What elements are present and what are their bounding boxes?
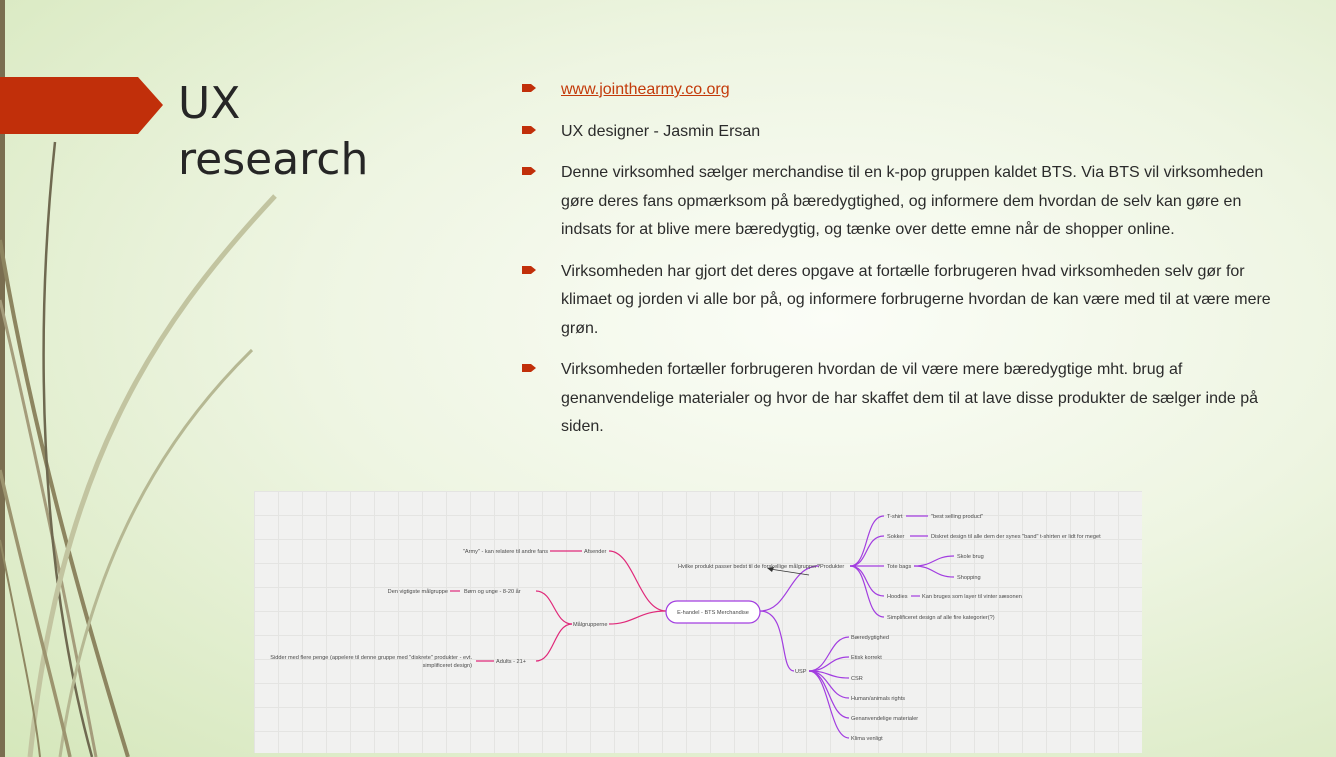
title-line-2: research xyxy=(178,134,369,185)
mindmap-node: Diskret design til alle dem der synes "b… xyxy=(931,534,1101,540)
mindmap-node: Målgrupperne xyxy=(573,621,608,628)
mindmap-central-node: E-handel - BTS Merchandise xyxy=(677,610,749,616)
slide: UX research www.jointhearmy.co.org UX de… xyxy=(0,0,1336,757)
mindmap-node: CSR xyxy=(851,676,863,682)
bullet-arrow-icon xyxy=(522,125,536,134)
bullet-text: Virksomheden fortæller forbrugeren hvord… xyxy=(561,361,1259,435)
mindmap-node: Den vigtigste målgruppe xyxy=(388,588,448,595)
mindmap-node: Simplificeret design af alle fire katego… xyxy=(887,615,995,621)
mindmap-node: T-shirt xyxy=(887,514,903,520)
mindmap-image: E-handel - BTS Merchandise Afsender "Arm… xyxy=(254,491,1142,753)
bullet-item: Denne virksomhed sælger merchandise til … xyxy=(522,159,1272,245)
bullet-arrow-icon xyxy=(522,265,536,274)
bullet-arrow-icon xyxy=(522,84,536,92)
bullet-item: Virksomheden har gjort det deres opgave … xyxy=(522,258,1272,344)
mindmap-node: Adults - 21+ xyxy=(496,659,526,665)
mindmap-node: Tote bags xyxy=(887,564,911,570)
mindmap-node: Kan bruges som layer til vinter sæsonen xyxy=(922,594,1022,600)
mindmap-node: USP xyxy=(795,669,807,675)
mindmap-node: Produkter xyxy=(820,564,844,570)
mindmap-node: simplificeret design) xyxy=(423,663,473,669)
mindmap-node: Shopping xyxy=(957,575,981,581)
mindmap-node: Klima venligt xyxy=(851,736,883,742)
mindmap-node: Bæredygtighed xyxy=(851,635,889,641)
website-link[interactable]: www.jointhearmy.co.org xyxy=(561,81,730,98)
mindmap-node: Hoodies xyxy=(887,594,908,600)
mindmap-diagram: E-handel - BTS Merchandise Afsender "Arm… xyxy=(270,514,1101,742)
mindmap-node: Etisk korrekt xyxy=(851,655,882,661)
mindmap-node: Genanvendelige materialer xyxy=(851,716,918,722)
mindmap-node: Human/animals rights xyxy=(851,696,905,702)
slide-title: UX research xyxy=(178,76,368,188)
bullet-item: UX designer - Jasmin Ersan xyxy=(522,118,1272,147)
mindmap-node: Afsender xyxy=(584,549,607,555)
bullet-text: Virksomheden har gjort det deres opgave … xyxy=(561,262,1271,337)
bullet-text: UX designer - Jasmin Ersan xyxy=(561,122,761,140)
title-line-1: UX xyxy=(178,78,241,129)
mindmap-node: Skole brug xyxy=(957,554,984,560)
bullet-item: www.jointhearmy.co.org xyxy=(522,76,1272,105)
mindmap-node: Sidder med flere penge (appelere til den… xyxy=(270,655,472,661)
bullet-arrow-icon xyxy=(522,364,536,372)
bullet-text: Denne virksomhed sælger merchandise til … xyxy=(561,164,1264,238)
mindmap-node: "Army" - kan relatere til andre fans xyxy=(463,549,548,555)
bullet-arrow-icon xyxy=(522,167,536,175)
title-arrow-shape xyxy=(0,77,163,134)
mindmap-node: Hvilke produkt passer bedst til de forsk… xyxy=(678,563,820,570)
bullet-item: Virksomheden fortæller forbrugeren hvord… xyxy=(522,356,1272,442)
mindmap-node: Børn og unge - 8-20 år xyxy=(464,588,521,595)
bullet-list: www.jointhearmy.co.org UX designer - Jas… xyxy=(522,76,1272,455)
mindmap-node: Sokker xyxy=(887,534,905,540)
mindmap-node: "best selling product" xyxy=(931,514,983,520)
